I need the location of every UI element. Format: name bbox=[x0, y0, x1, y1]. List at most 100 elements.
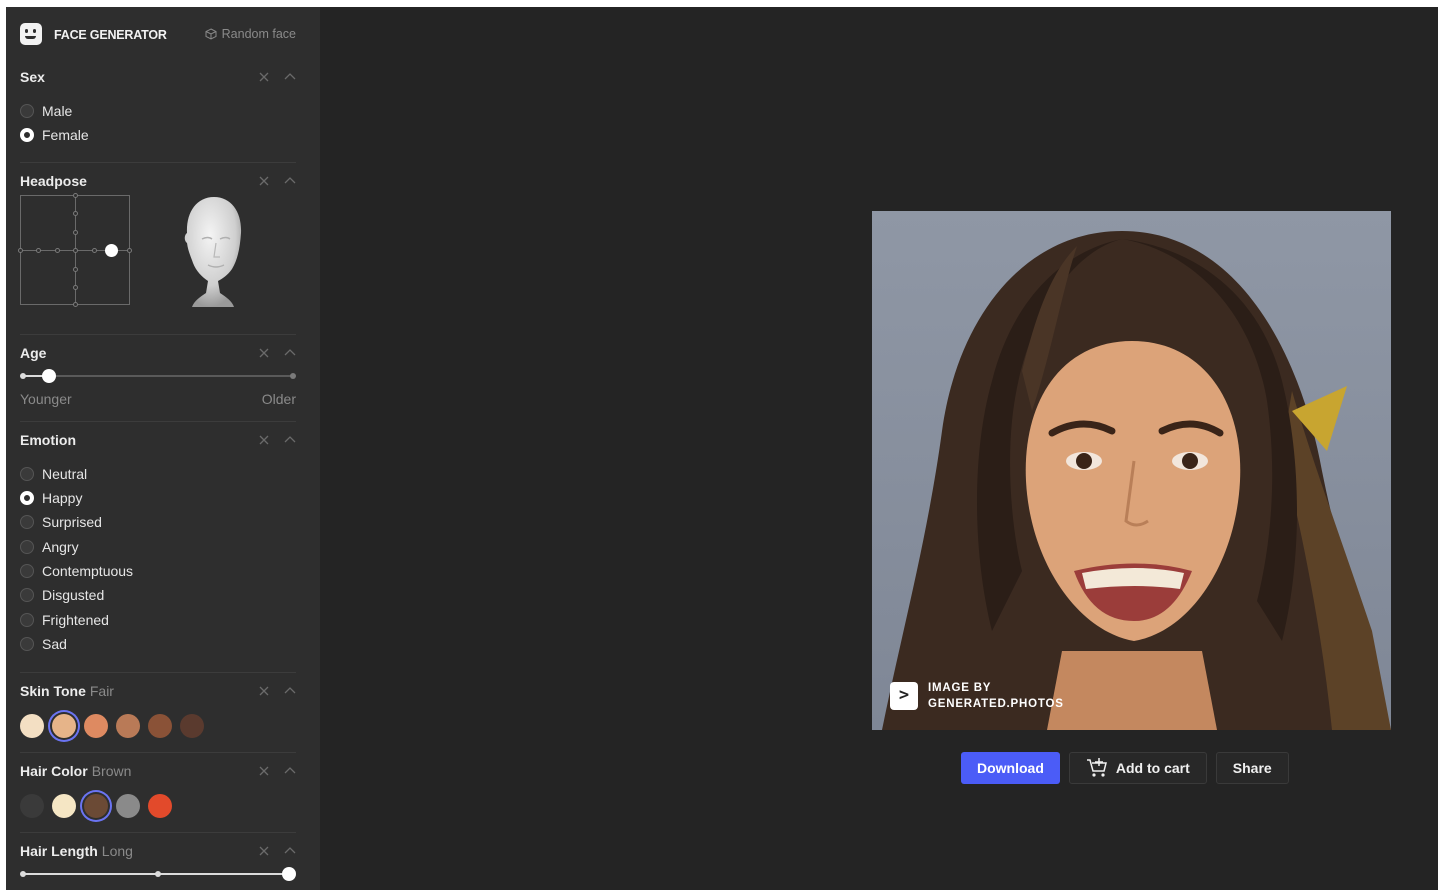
radio-angry[interactable] bbox=[20, 540, 34, 554]
generated-photos-logo-icon: > bbox=[890, 682, 918, 710]
random-face-button[interactable]: Random face bbox=[205, 27, 296, 41]
add-to-cart-label: Add to cart bbox=[1115, 760, 1190, 776]
headpose-handle[interactable] bbox=[105, 244, 118, 257]
skin-tone-collapse-icon[interactable] bbox=[284, 684, 296, 696]
sex-option-label: Male bbox=[42, 103, 73, 119]
hair-color-swatch[interactable] bbox=[148, 794, 172, 818]
dice-icon bbox=[205, 28, 217, 40]
sex-section: Sex Male Female bbox=[20, 69, 296, 157]
sex-option-female[interactable]: Female bbox=[20, 127, 89, 143]
divider bbox=[20, 672, 296, 673]
sex-title: Sex bbox=[20, 69, 45, 85]
skin-tone-swatch[interactable] bbox=[52, 714, 76, 738]
age-clear-icon[interactable] bbox=[258, 346, 270, 358]
share-button[interactable]: Share bbox=[1215, 752, 1289, 784]
divider bbox=[20, 752, 296, 753]
sex-option-label: Female bbox=[42, 127, 89, 143]
sex-option-male[interactable]: Male bbox=[20, 103, 72, 119]
skin-tone-swatch[interactable] bbox=[148, 714, 172, 738]
skin-tone-swatch[interactable] bbox=[84, 714, 108, 738]
emotion-option-label: Sad bbox=[42, 636, 67, 652]
headpose-collapse-icon[interactable] bbox=[284, 174, 296, 186]
age-slider[interactable] bbox=[20, 369, 296, 383]
skin-tone-swatch[interactable] bbox=[116, 714, 140, 738]
image-watermark: > IMAGE BY GENERATED.PHOTOS bbox=[890, 680, 1064, 712]
hair-length-slider-knob[interactable] bbox=[282, 867, 296, 881]
divider bbox=[20, 421, 296, 422]
radio-neutral[interactable] bbox=[20, 467, 34, 481]
emotion-option-sad[interactable]: Sad bbox=[20, 636, 67, 652]
hair-color-collapse-icon[interactable] bbox=[284, 764, 296, 776]
sidebar: FACE GENERATOR Random face Sex Male Fema bbox=[6, 7, 320, 890]
radio-disgusted[interactable] bbox=[20, 588, 34, 602]
radio-contemptuous[interactable] bbox=[20, 564, 34, 578]
emotion-option-label: Frightened bbox=[42, 612, 109, 628]
divider bbox=[20, 334, 296, 335]
emotion-section: Emotion Neutral Happy Surprised Angry Co… bbox=[20, 432, 296, 662]
age-collapse-icon[interactable] bbox=[284, 346, 296, 358]
emotion-option-angry[interactable]: Angry bbox=[20, 539, 79, 555]
radio-surprised[interactable] bbox=[20, 515, 34, 529]
emotion-option-label: Happy bbox=[42, 490, 83, 506]
emotion-option-neutral[interactable]: Neutral bbox=[20, 466, 87, 482]
skin-tone-title: Skin Tone bbox=[20, 683, 86, 699]
emotion-collapse-icon[interactable] bbox=[284, 433, 296, 445]
share-label: Share bbox=[1232, 760, 1272, 776]
hair-length-slider[interactable] bbox=[20, 867, 296, 881]
download-button[interactable]: Download bbox=[961, 752, 1060, 784]
hair-color-selected-label: Brown bbox=[91, 763, 132, 779]
app-window: FACE GENERATOR Random face Sex Male Fema bbox=[6, 7, 1438, 890]
divider bbox=[20, 162, 296, 163]
headpose-section: Headpose bbox=[18, 173, 296, 323]
hair-color-swatch[interactable] bbox=[20, 794, 44, 818]
download-label: Download bbox=[977, 760, 1044, 776]
radio-female[interactable] bbox=[20, 128, 34, 142]
skin-tone-selected-label: Fair bbox=[89, 683, 114, 699]
hair-length-section: Hair Length Long bbox=[20, 843, 296, 887]
skin-tone-swatch[interactable] bbox=[180, 714, 204, 738]
hair-color-swatch[interactable] bbox=[52, 794, 76, 818]
add-to-cart-button[interactable]: Add to cart bbox=[1068, 752, 1207, 784]
face-portrait bbox=[882, 231, 1391, 730]
emotion-option-label: Neutral bbox=[42, 466, 88, 482]
hair-length-collapse-icon[interactable] bbox=[284, 844, 296, 856]
radio-frightened[interactable] bbox=[20, 613, 34, 627]
radio-male[interactable] bbox=[20, 104, 34, 118]
divider bbox=[20, 832, 296, 833]
hair-color-clear-icon[interactable] bbox=[258, 764, 270, 776]
emotion-option-disgusted[interactable]: Disgusted bbox=[20, 587, 104, 603]
emotion-option-happy[interactable]: Happy bbox=[20, 490, 82, 506]
emotion-clear-icon[interactable] bbox=[258, 433, 270, 445]
radio-happy[interactable] bbox=[20, 491, 34, 505]
skin-tone-swatch[interactable] bbox=[20, 714, 44, 738]
hair-color-swatches bbox=[20, 794, 172, 818]
hair-color-swatch[interactable] bbox=[84, 794, 108, 818]
head-preview-icon bbox=[184, 197, 242, 307]
hair-color-section: Hair Color Brown bbox=[20, 763, 296, 823]
main-area: > IMAGE BY GENERATED.PHOTOS Download Add… bbox=[320, 7, 1438, 890]
emotion-option-contemptuous[interactable]: Contemptuous bbox=[20, 563, 133, 579]
hair-color-swatch[interactable] bbox=[116, 794, 140, 818]
random-face-label: Random face bbox=[221, 27, 296, 41]
hair-color-title: Hair Color bbox=[20, 763, 88, 779]
emotion-option-surprised[interactable]: Surprised bbox=[20, 514, 102, 530]
headpose-clear-icon[interactable] bbox=[258, 174, 270, 186]
skin-tone-swatches bbox=[20, 714, 204, 738]
face-generator-logo-icon bbox=[20, 23, 42, 45]
headpose-grid[interactable] bbox=[18, 193, 132, 307]
sex-clear-icon[interactable] bbox=[258, 70, 270, 82]
emotion-option-label: Surprised bbox=[42, 514, 102, 530]
age-slider-knob[interactable] bbox=[42, 369, 57, 383]
age-title: Age bbox=[20, 345, 47, 361]
headpose-title: Headpose bbox=[20, 173, 87, 189]
emotion-title: Emotion bbox=[20, 432, 76, 448]
generated-face-image: > IMAGE BY GENERATED.PHOTOS bbox=[872, 211, 1391, 730]
hair-length-selected-label: Long bbox=[101, 843, 133, 859]
hair-length-clear-icon[interactable] bbox=[258, 844, 270, 856]
radio-sad[interactable] bbox=[20, 637, 34, 651]
emotion-option-frightened[interactable]: Frightened bbox=[20, 612, 109, 628]
sex-collapse-icon[interactable] bbox=[284, 70, 296, 82]
age-section: Age Younger Older bbox=[20, 345, 296, 411]
skin-tone-clear-icon[interactable] bbox=[258, 684, 270, 696]
app-title: FACE GENERATOR bbox=[54, 28, 167, 42]
